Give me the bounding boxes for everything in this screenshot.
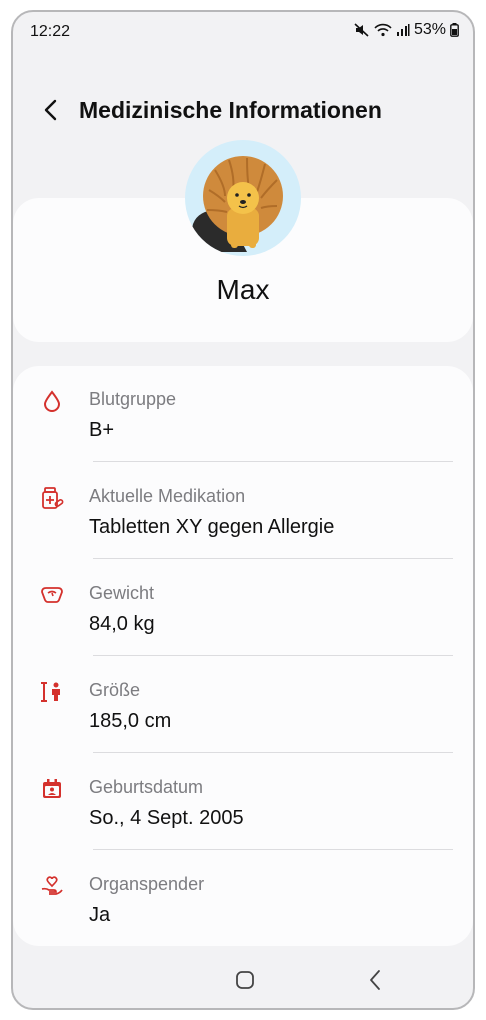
calendar-icon [39, 776, 65, 802]
info-label: Größe [89, 680, 141, 700]
divider [93, 461, 453, 462]
lion-avatar[interactable] [185, 140, 301, 256]
divider [93, 558, 453, 559]
info-value: 185,0 cm [89, 710, 172, 732]
info-label: Aktuelle Medikation [89, 486, 246, 506]
mute-icon [354, 22, 370, 38]
info-value: B+ [89, 419, 115, 441]
scale-icon [39, 582, 65, 608]
battery-percent: 53% [413, 21, 446, 38]
back-icon[interactable] [368, 969, 382, 996]
info-row-blood-type[interactable]: Blutgruppe B+ [13, 366, 473, 462]
info-row-weight[interactable]: Gewicht 84,0 kg [13, 560, 473, 656]
medical-info-card: Blutgruppe B+ Aktuelle Medikation Tablet… [13, 366, 473, 946]
info-label: Blutgruppe [89, 389, 177, 409]
medication-icon [39, 485, 65, 511]
info-row-medication[interactable]: Aktuelle Medikation Tabletten XY gegen A… [13, 463, 473, 559]
info-label: Gewicht [89, 583, 155, 603]
info-value: Ja [89, 904, 111, 926]
battery-icon [450, 23, 459, 37]
info-value: So., 4 Sept. 2005 [89, 807, 244, 829]
info-row-height[interactable]: Größe 185,0 cm [13, 657, 473, 753]
divider [93, 752, 453, 753]
height-icon [39, 679, 65, 705]
info-label: Organspender [89, 874, 205, 894]
back-button[interactable] [33, 92, 69, 128]
profile-name: Max [216, 274, 270, 305]
phone-screen: 12:22 53% Medizinische Informationen Max… [11, 10, 475, 1010]
chevron-left-icon [44, 99, 57, 121]
home-icon[interactable] [235, 970, 255, 995]
page-title: Medizinische Informationen [79, 97, 382, 123]
navigation-bar [13, 958, 473, 1008]
organ-donor-icon [39, 873, 65, 899]
status-icons: 53% [354, 21, 459, 39]
info-label: Geburtsdatum [89, 777, 204, 797]
blood-drop-icon [39, 388, 65, 414]
info-value: 84,0 kg [89, 613, 155, 635]
app-header: Medizinische Informationen [13, 88, 473, 132]
wifi-icon [374, 22, 392, 38]
info-row-birthdate[interactable]: Geburtsdatum So., 4 Sept. 2005 [13, 754, 473, 850]
signal-icon [396, 23, 410, 37]
info-value: Tabletten XY gegen Allergie [89, 516, 335, 538]
status-bar: 12:22 53% [13, 12, 473, 52]
info-row-organ-donor[interactable]: Organspender Ja [13, 851, 473, 947]
divider [93, 655, 453, 656]
divider [93, 849, 453, 850]
status-time: 12:22 [30, 23, 71, 40]
